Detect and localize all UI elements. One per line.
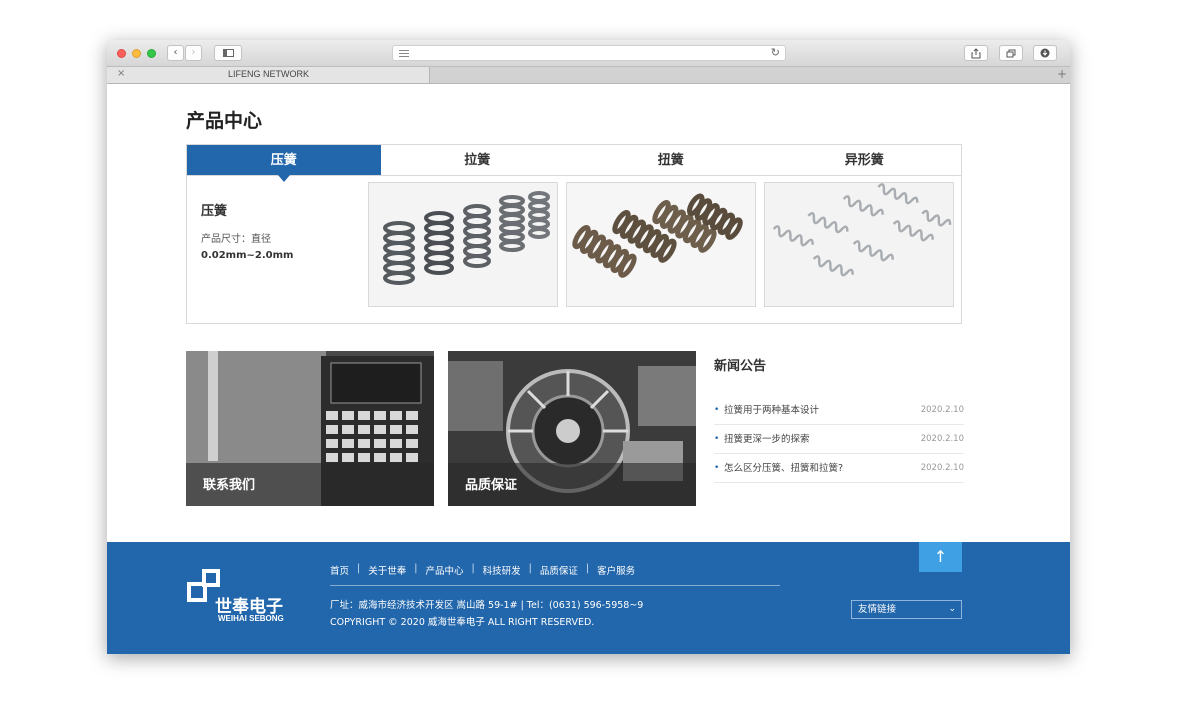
tabs-button[interactable]	[999, 45, 1023, 61]
footer-link-products[interactable]: 产品中心	[425, 563, 463, 577]
tabs-icon	[1006, 49, 1016, 58]
footer-link-research[interactable]: 科技研发	[483, 563, 521, 577]
footer-nav: 首页 | 关于世奉 | 产品中心 | 科技研发 | 品质保证 | 客户服务	[330, 563, 636, 577]
footer-link-home[interactable]: 首页	[330, 563, 349, 577]
tab-compression-spring[interactable]: 压簧	[187, 145, 381, 182]
news-item-date: 2020.2.10	[920, 463, 964, 473]
product-center-title: 产品中心	[186, 110, 263, 132]
footer-link-quality[interactable]: 品质保证	[540, 563, 578, 577]
back-button[interactable]: ‹	[167, 45, 184, 61]
download-icon	[1040, 48, 1050, 58]
product-image-dark-springs[interactable]	[368, 182, 558, 307]
news-item-title: 拉簧用于两种基本设计	[724, 405, 820, 416]
minimize-window-button[interactable]	[132, 49, 141, 58]
close-window-button[interactable]	[117, 49, 126, 58]
footer-divider	[330, 585, 780, 586]
product-image-silver-springs[interactable]	[764, 182, 954, 307]
arrow-up-icon: ↑	[933, 547, 948, 566]
quality-assurance-label: 品质保证	[465, 478, 518, 493]
news-section: 新闻公告 • 拉簧用于两种基本设计 2020.2.10 • 扭簧更深一步的探索 …	[714, 351, 964, 483]
bullet-icon: •	[714, 405, 720, 415]
news-item-date: 2020.2.10	[920, 434, 964, 444]
quality-assurance-card[interactable]: 品质保证	[448, 351, 696, 506]
reload-icon[interactable]: ↻	[771, 46, 780, 59]
share-button[interactable]	[964, 45, 988, 61]
contact-us-label: 联系我们	[203, 478, 256, 493]
logo-subtext: WEIHAI SEBONG	[218, 614, 284, 623]
reader-icon[interactable]	[399, 50, 409, 57]
news-item-title: 扭簧更深一步的探索	[724, 434, 810, 445]
browser-titlebar: ‹ › ↻	[107, 40, 1070, 67]
news-item-title: 怎么区分压簧、扭簧和拉簧?	[724, 463, 844, 474]
forward-button[interactable]: ›	[185, 45, 202, 61]
news-item-date: 2020.2.10	[920, 405, 964, 415]
site-footer: 世奉电子 WEIHAI SEBONG 首页 | 关于世奉 | 产品中心 | 科技研发 |…	[107, 542, 1070, 654]
spring-photo	[567, 183, 755, 306]
browser-tab[interactable]: × LIFENG NETWORK	[107, 67, 430, 83]
footer-address: 厂址：威海市经济技术开发区 嵩山路 59-1# | Tel：(0631) 596…	[330, 600, 644, 611]
tab-tension-spring[interactable]: 拉簧	[381, 145, 575, 175]
news-item[interactable]: • 怎么区分压簧、扭簧和拉簧? 2020.2.10	[714, 454, 964, 483]
zoom-window-button[interactable]	[147, 49, 156, 58]
downloads-button[interactable]	[1033, 45, 1057, 61]
chevron-left-icon: ‹	[173, 47, 178, 58]
news-list: • 拉簧用于两种基本设计 2020.2.10 • 扭簧更深一步的探索 2020.…	[714, 396, 964, 483]
sidebar-icon	[222, 49, 234, 57]
tab-bar: × LIFENG NETWORK +	[107, 67, 1070, 84]
footer-copyright: COPYRIGHT © 2020 威海世奉电子 ALL RIGHT RESERV…	[330, 617, 595, 628]
sidebar-toggle-button[interactable]	[214, 45, 242, 61]
new-tab-icon[interactable]: +	[1057, 67, 1067, 81]
footer-link-service[interactable]: 客户服务	[597, 563, 635, 577]
news-item[interactable]: • 拉簧用于两种基本设计 2020.2.10	[714, 396, 964, 425]
tab-torsion-spring[interactable]: 扭簧	[574, 145, 768, 175]
chevron-right-icon: ›	[191, 47, 196, 58]
news-title: 新闻公告	[714, 359, 767, 374]
product-box: 压簧 拉簧 扭簧 异形簧 压簧 产品尺寸：直径 0.02mm~2.0mm	[186, 144, 962, 324]
address-bar[interactable]: ↻	[392, 45, 786, 61]
news-item[interactable]: • 扭簧更深一步的探索 2020.2.10	[714, 425, 964, 454]
back-to-top-button[interactable]: ↑	[919, 542, 962, 572]
footer-link-about[interactable]: 关于世奉	[368, 563, 406, 577]
logo-mark	[202, 569, 220, 587]
product-tabs: 压簧 拉簧 扭簧 异形簧	[187, 145, 962, 182]
share-icon	[971, 48, 981, 59]
browser-window: ‹ › ↻ × LIFENG NETWORK + 产品中心 压簧 拉簧 扭簧 异…	[107, 40, 1070, 654]
page-content: 产品中心 压簧 拉簧 扭簧 异形簧 压簧 产品尺寸：直径 0.02mm~2.0m…	[107, 84, 1070, 654]
spring-photo	[765, 183, 953, 306]
bullet-icon: •	[714, 434, 720, 444]
spring-photo	[369, 183, 557, 306]
friendly-links-label: 友情链接	[858, 604, 897, 615]
product-name: 压簧	[201, 204, 228, 219]
contact-us-card[interactable]: 联系我们	[186, 351, 434, 506]
friendly-links-select[interactable]: 友情链接 ⌄	[851, 600, 962, 619]
product-spec-value: 0.02mm~2.0mm	[201, 250, 294, 261]
tab-special-spring[interactable]: 异形簧	[768, 145, 962, 175]
tab-title: LIFENG NETWORK	[227, 69, 309, 79]
product-image-bronze-springs[interactable]	[566, 182, 756, 307]
bullet-icon: •	[714, 463, 720, 473]
chevron-down-icon: ⌄	[948, 604, 956, 614]
product-spec-label: 产品尺寸：直径	[201, 234, 271, 245]
